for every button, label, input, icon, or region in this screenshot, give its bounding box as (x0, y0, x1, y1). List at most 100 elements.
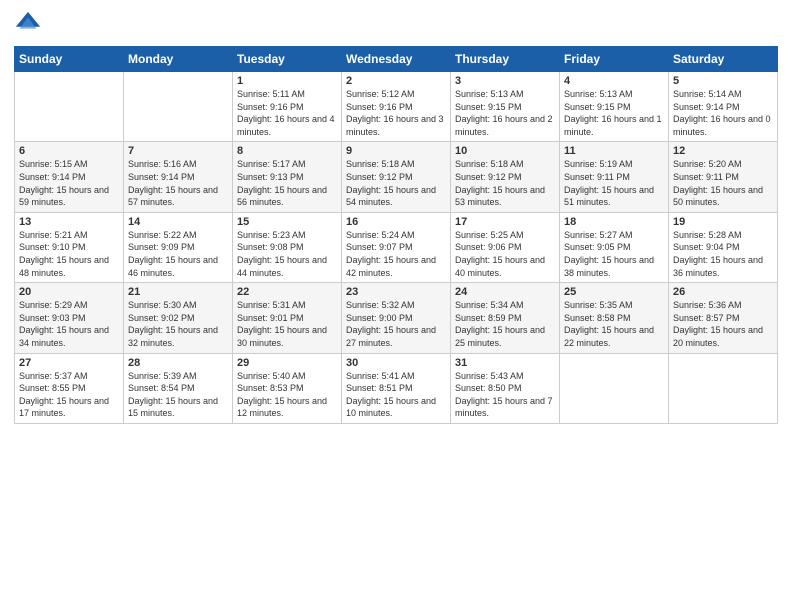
weekday-header: Monday (124, 47, 233, 72)
weekday-header: Saturday (669, 47, 778, 72)
day-number: 31 (455, 357, 555, 369)
day-info: Sunrise: 5:43 AMSunset: 8:50 PMDaylight:… (455, 370, 555, 420)
day-info: Sunrise: 5:14 AMSunset: 9:14 PMDaylight:… (673, 88, 773, 138)
day-info: Sunrise: 5:36 AMSunset: 8:57 PMDaylight:… (673, 299, 773, 349)
calendar-day-cell: 26Sunrise: 5:36 AMSunset: 8:57 PMDayligh… (669, 283, 778, 353)
calendar-day-cell: 15Sunrise: 5:23 AMSunset: 9:08 PMDayligh… (233, 212, 342, 282)
day-number: 27 (19, 357, 119, 369)
day-number: 3 (455, 75, 555, 87)
day-number: 26 (673, 286, 773, 298)
day-number: 21 (128, 286, 228, 298)
calendar-day-cell: 21Sunrise: 5:30 AMSunset: 9:02 PMDayligh… (124, 283, 233, 353)
day-info: Sunrise: 5:13 AMSunset: 9:15 PMDaylight:… (455, 88, 555, 138)
day-info: Sunrise: 5:29 AMSunset: 9:03 PMDaylight:… (19, 299, 119, 349)
day-info: Sunrise: 5:31 AMSunset: 9:01 PMDaylight:… (237, 299, 337, 349)
calendar-week-row: 13Sunrise: 5:21 AMSunset: 9:10 PMDayligh… (15, 212, 778, 282)
day-number: 8 (237, 145, 337, 157)
day-number: 20 (19, 286, 119, 298)
calendar-day-cell: 28Sunrise: 5:39 AMSunset: 8:54 PMDayligh… (124, 353, 233, 423)
calendar-day-cell: 12Sunrise: 5:20 AMSunset: 9:11 PMDayligh… (669, 142, 778, 212)
day-number: 16 (346, 216, 446, 228)
calendar-day-cell: 7Sunrise: 5:16 AMSunset: 9:14 PMDaylight… (124, 142, 233, 212)
day-number: 23 (346, 286, 446, 298)
calendar-day-cell: 17Sunrise: 5:25 AMSunset: 9:06 PMDayligh… (451, 212, 560, 282)
day-info: Sunrise: 5:35 AMSunset: 8:58 PMDaylight:… (564, 299, 664, 349)
weekday-header: Friday (560, 47, 669, 72)
calendar-day-cell: 2Sunrise: 5:12 AMSunset: 9:16 PMDaylight… (342, 72, 451, 142)
day-number: 12 (673, 145, 773, 157)
logo (14, 10, 44, 38)
day-number: 17 (455, 216, 555, 228)
day-number: 7 (128, 145, 228, 157)
day-number: 2 (346, 75, 446, 87)
weekday-header: Wednesday (342, 47, 451, 72)
calendar-day-cell: 14Sunrise: 5:22 AMSunset: 9:09 PMDayligh… (124, 212, 233, 282)
calendar-day-cell: 29Sunrise: 5:40 AMSunset: 8:53 PMDayligh… (233, 353, 342, 423)
calendar-day-cell: 10Sunrise: 5:18 AMSunset: 9:12 PMDayligh… (451, 142, 560, 212)
day-info: Sunrise: 5:39 AMSunset: 8:54 PMDaylight:… (128, 370, 228, 420)
day-number: 6 (19, 145, 119, 157)
day-info: Sunrise: 5:17 AMSunset: 9:13 PMDaylight:… (237, 158, 337, 208)
calendar-day-cell: 18Sunrise: 5:27 AMSunset: 9:05 PMDayligh… (560, 212, 669, 282)
calendar-day-cell: 19Sunrise: 5:28 AMSunset: 9:04 PMDayligh… (669, 212, 778, 282)
day-info: Sunrise: 5:19 AMSunset: 9:11 PMDaylight:… (564, 158, 664, 208)
day-info: Sunrise: 5:18 AMSunset: 9:12 PMDaylight:… (346, 158, 446, 208)
calendar-day-cell: 11Sunrise: 5:19 AMSunset: 9:11 PMDayligh… (560, 142, 669, 212)
day-number: 22 (237, 286, 337, 298)
calendar-day-cell: 5Sunrise: 5:14 AMSunset: 9:14 PMDaylight… (669, 72, 778, 142)
day-number: 11 (564, 145, 664, 157)
day-number: 30 (346, 357, 446, 369)
calendar-day-cell (669, 353, 778, 423)
page: SundayMondayTuesdayWednesdayThursdayFrid… (0, 0, 792, 612)
calendar-day-cell: 23Sunrise: 5:32 AMSunset: 9:00 PMDayligh… (342, 283, 451, 353)
day-number: 25 (564, 286, 664, 298)
calendar-day-cell: 4Sunrise: 5:13 AMSunset: 9:15 PMDaylight… (560, 72, 669, 142)
day-info: Sunrise: 5:18 AMSunset: 9:12 PMDaylight:… (455, 158, 555, 208)
day-info: Sunrise: 5:22 AMSunset: 9:09 PMDaylight:… (128, 229, 228, 279)
calendar-day-cell: 20Sunrise: 5:29 AMSunset: 9:03 PMDayligh… (15, 283, 124, 353)
weekday-header: Sunday (15, 47, 124, 72)
day-number: 19 (673, 216, 773, 228)
day-info: Sunrise: 5:37 AMSunset: 8:55 PMDaylight:… (19, 370, 119, 420)
day-number: 24 (455, 286, 555, 298)
day-info: Sunrise: 5:32 AMSunset: 9:00 PMDaylight:… (346, 299, 446, 349)
calendar-day-cell: 25Sunrise: 5:35 AMSunset: 8:58 PMDayligh… (560, 283, 669, 353)
day-info: Sunrise: 5:21 AMSunset: 9:10 PMDaylight:… (19, 229, 119, 279)
calendar-week-row: 6Sunrise: 5:15 AMSunset: 9:14 PMDaylight… (15, 142, 778, 212)
calendar-day-cell: 31Sunrise: 5:43 AMSunset: 8:50 PMDayligh… (451, 353, 560, 423)
day-number: 15 (237, 216, 337, 228)
day-info: Sunrise: 5:20 AMSunset: 9:11 PMDaylight:… (673, 158, 773, 208)
day-info: Sunrise: 5:12 AMSunset: 9:16 PMDaylight:… (346, 88, 446, 138)
calendar-week-row: 27Sunrise: 5:37 AMSunset: 8:55 PMDayligh… (15, 353, 778, 423)
calendar-day-cell: 8Sunrise: 5:17 AMSunset: 9:13 PMDaylight… (233, 142, 342, 212)
calendar-week-row: 1Sunrise: 5:11 AMSunset: 9:16 PMDaylight… (15, 72, 778, 142)
day-info: Sunrise: 5:25 AMSunset: 9:06 PMDaylight:… (455, 229, 555, 279)
day-number: 5 (673, 75, 773, 87)
day-info: Sunrise: 5:30 AMSunset: 9:02 PMDaylight:… (128, 299, 228, 349)
calendar-day-cell: 30Sunrise: 5:41 AMSunset: 8:51 PMDayligh… (342, 353, 451, 423)
day-info: Sunrise: 5:16 AMSunset: 9:14 PMDaylight:… (128, 158, 228, 208)
calendar-header-row: SundayMondayTuesdayWednesdayThursdayFrid… (15, 47, 778, 72)
calendar-day-cell: 1Sunrise: 5:11 AMSunset: 9:16 PMDaylight… (233, 72, 342, 142)
calendar-day-cell: 6Sunrise: 5:15 AMSunset: 9:14 PMDaylight… (15, 142, 124, 212)
calendar-table: SundayMondayTuesdayWednesdayThursdayFrid… (14, 46, 778, 424)
header (14, 10, 778, 38)
day-info: Sunrise: 5:23 AMSunset: 9:08 PMDaylight:… (237, 229, 337, 279)
calendar-day-cell (560, 353, 669, 423)
calendar-day-cell: 24Sunrise: 5:34 AMSunset: 8:59 PMDayligh… (451, 283, 560, 353)
day-number: 13 (19, 216, 119, 228)
day-info: Sunrise: 5:40 AMSunset: 8:53 PMDaylight:… (237, 370, 337, 420)
day-number: 10 (455, 145, 555, 157)
calendar-day-cell: 27Sunrise: 5:37 AMSunset: 8:55 PMDayligh… (15, 353, 124, 423)
day-info: Sunrise: 5:24 AMSunset: 9:07 PMDaylight:… (346, 229, 446, 279)
calendar-day-cell (124, 72, 233, 142)
day-info: Sunrise: 5:27 AMSunset: 9:05 PMDaylight:… (564, 229, 664, 279)
day-info: Sunrise: 5:13 AMSunset: 9:15 PMDaylight:… (564, 88, 664, 138)
day-info: Sunrise: 5:11 AMSunset: 9:16 PMDaylight:… (237, 88, 337, 138)
day-info: Sunrise: 5:28 AMSunset: 9:04 PMDaylight:… (673, 229, 773, 279)
calendar-day-cell: 9Sunrise: 5:18 AMSunset: 9:12 PMDaylight… (342, 142, 451, 212)
day-info: Sunrise: 5:34 AMSunset: 8:59 PMDaylight:… (455, 299, 555, 349)
calendar-day-cell: 3Sunrise: 5:13 AMSunset: 9:15 PMDaylight… (451, 72, 560, 142)
day-number: 18 (564, 216, 664, 228)
day-number: 4 (564, 75, 664, 87)
